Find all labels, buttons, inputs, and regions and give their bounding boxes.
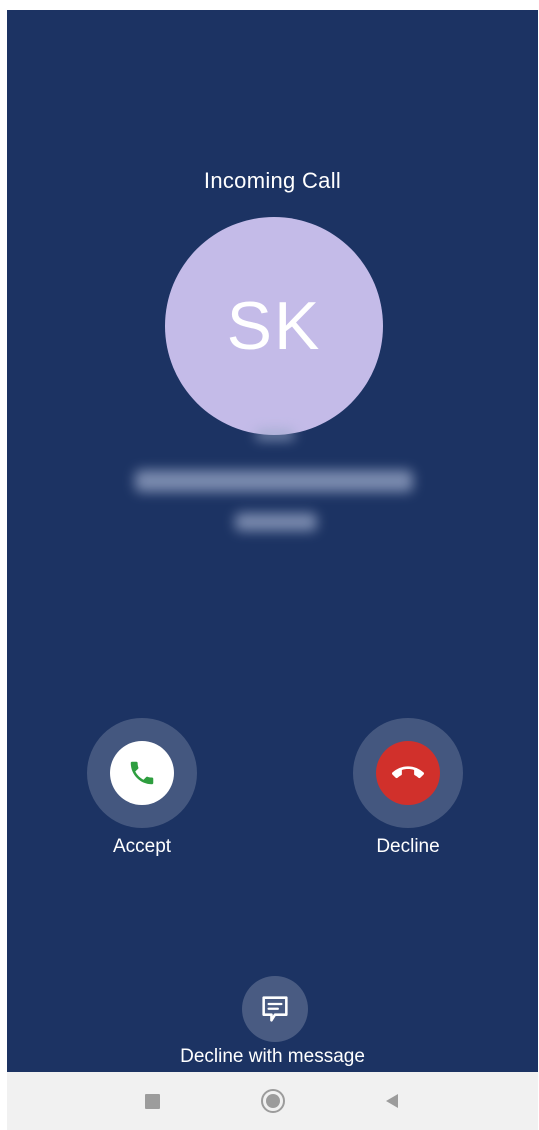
decline-label: Decline — [376, 836, 440, 857]
accept-label: Accept — [112, 836, 172, 857]
caller-number-blurred — [235, 513, 317, 531]
decline-with-message-button[interactable] — [242, 976, 308, 1042]
decline-icon-circle — [376, 741, 440, 805]
triangle-back-icon — [386, 1094, 398, 1108]
back-button[interactable] — [362, 1072, 422, 1130]
decline-button[interactable] — [353, 718, 463, 828]
message-icon — [262, 996, 288, 1022]
caller-label-blurred — [255, 430, 295, 440]
accept-button[interactable] — [87, 718, 197, 828]
avatar-initials: SK — [226, 288, 322, 364]
home-button[interactable] — [243, 1072, 303, 1130]
recent-apps-button[interactable] — [122, 1072, 182, 1130]
accept-icon-circle — [110, 741, 174, 805]
circle-icon — [261, 1089, 285, 1113]
phone-icon — [130, 761, 154, 785]
decline-with-message-label: Decline with message — [180, 1046, 365, 1067]
navigation-bar — [7, 1072, 538, 1130]
caller-name-blurred — [135, 470, 413, 492]
hang-up-icon — [392, 766, 424, 779]
incoming-call-title: Incoming Call — [203, 168, 342, 193]
square-icon — [144, 1093, 160, 1109]
caller-avatar: SK — [165, 217, 383, 435]
incoming-call-screen: Incoming Call SK Accept Decline Decline … — [7, 10, 538, 1072]
